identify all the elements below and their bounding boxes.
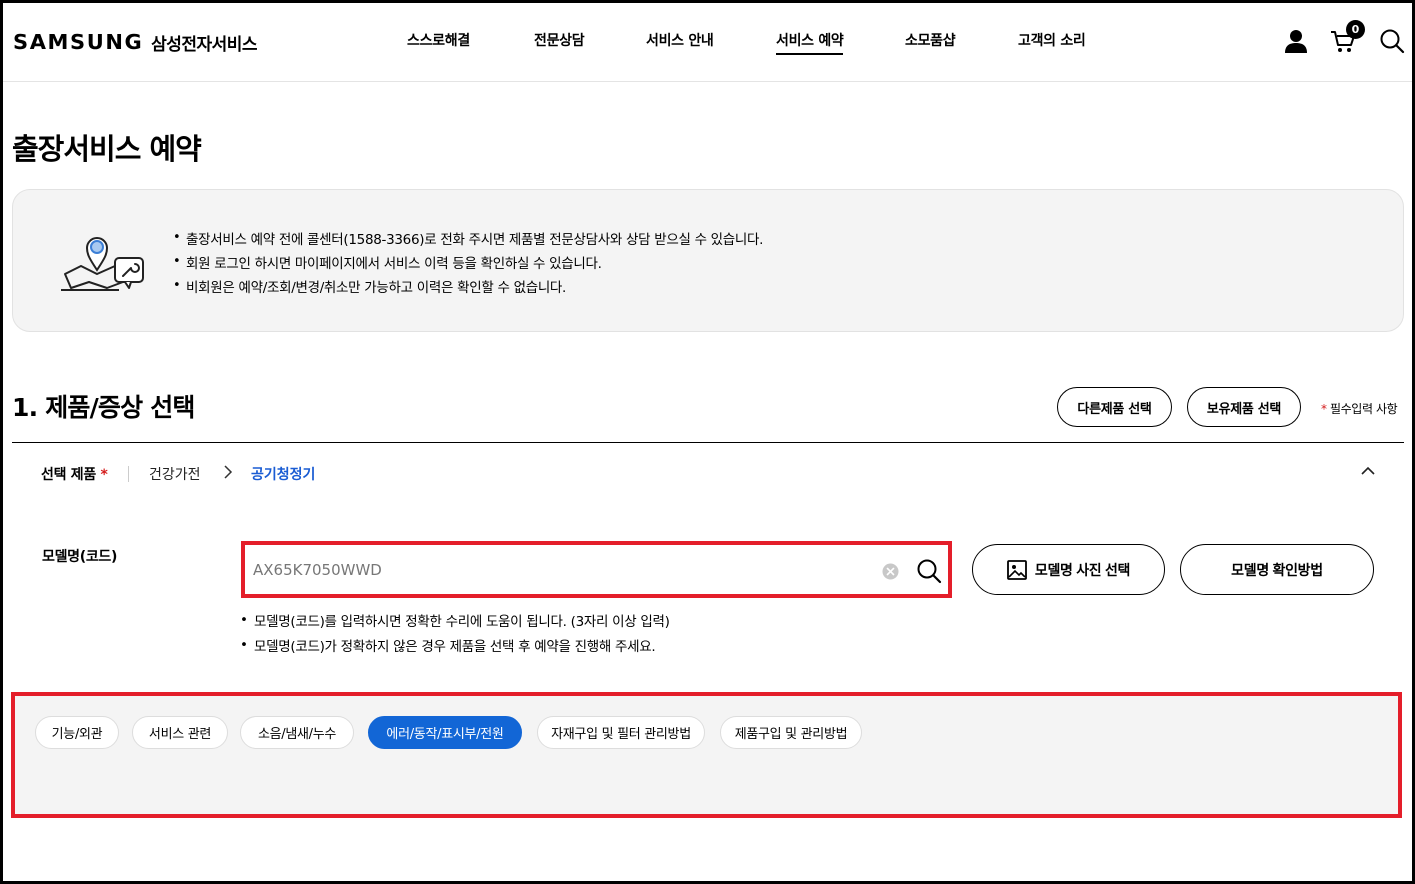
crumb-product[interactable]: 공기청정기 — [251, 464, 315, 484]
nav-expert-consult[interactable]: 전문상담 — [534, 30, 585, 50]
model-code-field — [241, 541, 952, 598]
hint-item: 모델명(코드)를 입력하시면 정확한 수리에 도움이 됩니다. (3자리 이상 … — [240, 608, 670, 635]
nav-self-solve[interactable]: 스스로해결 — [407, 30, 470, 50]
selected-product-label: 선택 제품 * — [41, 464, 108, 484]
info-item: 비회원은 예약/조회/변경/취소만 가능하고 이력은 확인할 수 없습니다. — [173, 274, 763, 300]
crumb-category[interactable]: 건강가전 — [149, 464, 201, 484]
nav-service-booking[interactable]: 서비스 예약 — [776, 30, 844, 55]
info-list: 출장서비스 예약 전에 콜센터(1588-3366)로 전화 주시면 제품별 전… — [173, 226, 763, 300]
required-star: * — [1321, 402, 1327, 416]
nav-customer-voice[interactable]: 고객의 소리 — [1018, 30, 1086, 50]
section-title: 1. 제품/증상 선택 — [12, 393, 195, 422]
chevron-right-icon — [224, 465, 233, 479]
cart-count-badge: 0 — [1346, 20, 1365, 39]
nav-consumables-shop[interactable]: 소모품샵 — [905, 30, 956, 50]
main-nav: 스스로해결 전문상담 서비스 안내 서비스 예약 소모품샵 고객의 소리 — [0, 30, 1415, 60]
model-code-input[interactable] — [253, 553, 853, 586]
model-howto-button[interactable]: 모델명 확인방법 — [1180, 544, 1374, 595]
model-code-label: 모델명(코드) — [42, 549, 118, 565]
chevron-up-icon[interactable] — [1360, 464, 1376, 478]
user-icon[interactable] — [1283, 28, 1309, 54]
chip-parts-filter-management[interactable]: 자재구입 및 필터 관리방법 — [537, 716, 705, 749]
model-hint-list: 모델명(코드)를 입력하시면 정확한 수리에 도움이 됩니다. (3자리 이상 … — [240, 608, 670, 660]
info-item: 회원 로그인 하시면 마이페이지에서 서비스 이력 등을 확인하실 수 있습니다… — [173, 250, 763, 276]
selected-product-label-text: 선택 제품 — [41, 467, 96, 483]
hint-item: 모델명(코드)가 정확하지 않은 경우 제품을 선택 후 예약을 진행해 주세요… — [240, 633, 670, 660]
page-title: 출장서비스 예약 — [12, 132, 202, 166]
info-item: 출장서비스 예약 전에 콜센터(1588-3366)로 전화 주시면 제품별 전… — [173, 226, 763, 252]
map-pin-wrench-icon — [61, 237, 144, 291]
chip-service-related[interactable]: 서비스 관련 — [132, 716, 228, 749]
required-note-text: 필수입력 사항 — [1330, 402, 1398, 416]
site-header: SAMSUNG 삼성전자서비스 스스로해결 전문상담 서비스 안내 서비스 예약… — [0, 0, 1415, 82]
required-note: * 필수입력 사항 — [1321, 400, 1398, 417]
required-star: * — [100, 467, 108, 483]
model-photo-select-label: 모델명 사진 선택 — [1034, 561, 1131, 578]
chip-function-appearance[interactable]: 기능/외관 — [35, 716, 119, 749]
search-icon[interactable] — [916, 558, 942, 584]
clear-icon[interactable] — [882, 563, 899, 580]
model-photo-select-button[interactable]: 모델명 사진 선택 — [972, 544, 1165, 595]
symptom-category-box: 기능/외관 서비스 관련 소음/냄새/누수 에러/동작/표시부/전원 자재구입 … — [11, 692, 1402, 818]
chip-product-purchase-management[interactable]: 제품구입 및 관리방법 — [720, 716, 862, 749]
image-icon — [1006, 559, 1027, 580]
owned-product-button[interactable]: 보유제품 선택 — [1187, 387, 1301, 427]
divider — [128, 466, 129, 482]
chip-error-operation-display-power[interactable]: 에러/동작/표시부/전원 — [368, 716, 522, 749]
selected-product-row[interactable]: 선택 제품 * 건강가전 공기청정기 — [12, 443, 1404, 503]
info-box: 출장서비스 예약 전에 콜센터(1588-3366)로 전화 주시면 제품별 전… — [12, 189, 1404, 332]
other-product-button[interactable]: 다른제품 선택 — [1057, 387, 1172, 427]
nav-service-guide[interactable]: 서비스 안내 — [646, 30, 714, 50]
chip-noise-smell-leak[interactable]: 소음/냄새/누수 — [240, 716, 354, 749]
search-icon[interactable] — [1379, 28, 1405, 54]
